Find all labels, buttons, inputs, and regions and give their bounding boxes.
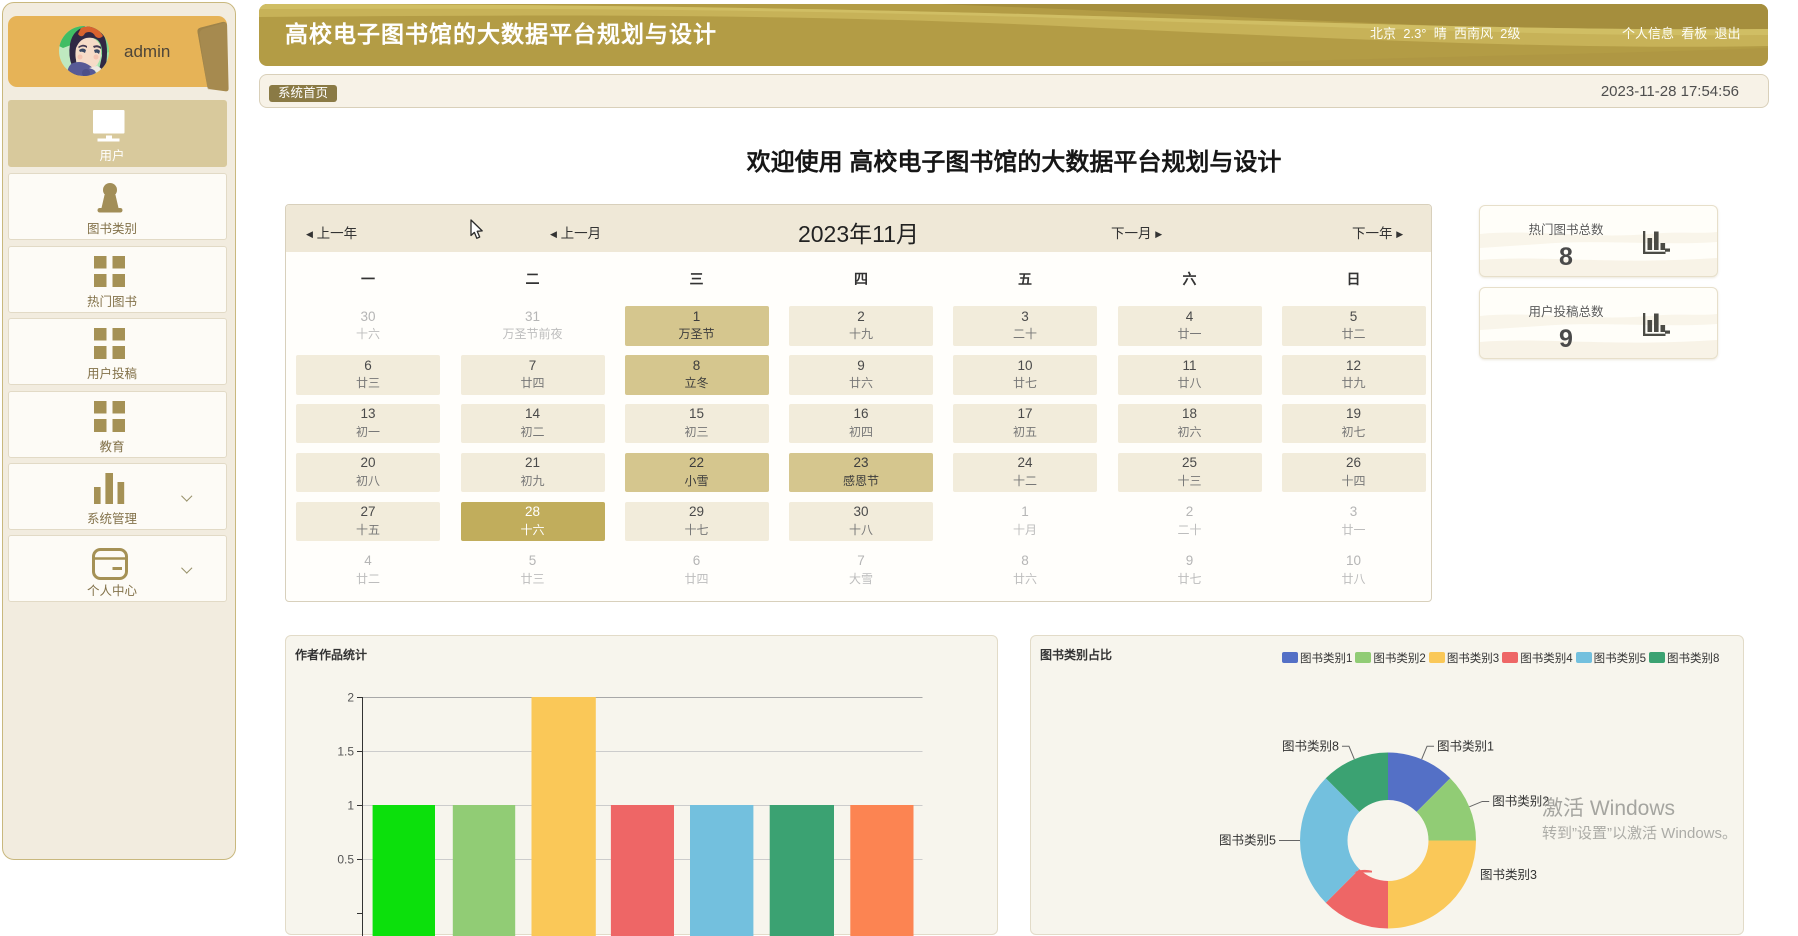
svg-text:1.5: 1.5 bbox=[337, 745, 354, 759]
svg-text:2: 2 bbox=[347, 691, 354, 705]
svg-text:图书类别8: 图书类别8 bbox=[1282, 739, 1339, 753]
svg-text:图书类别5: 图书类别5 bbox=[1219, 834, 1276, 848]
svg-text:图书类别1: 图书类别1 bbox=[1437, 739, 1494, 753]
svg-text:1: 1 bbox=[347, 799, 354, 813]
svg-text:0.5: 0.5 bbox=[337, 853, 354, 867]
svg-text:图书类别2: 图书类别2 bbox=[1492, 794, 1549, 808]
svg-text:图书类别3: 图书类别3 bbox=[1480, 868, 1537, 882]
